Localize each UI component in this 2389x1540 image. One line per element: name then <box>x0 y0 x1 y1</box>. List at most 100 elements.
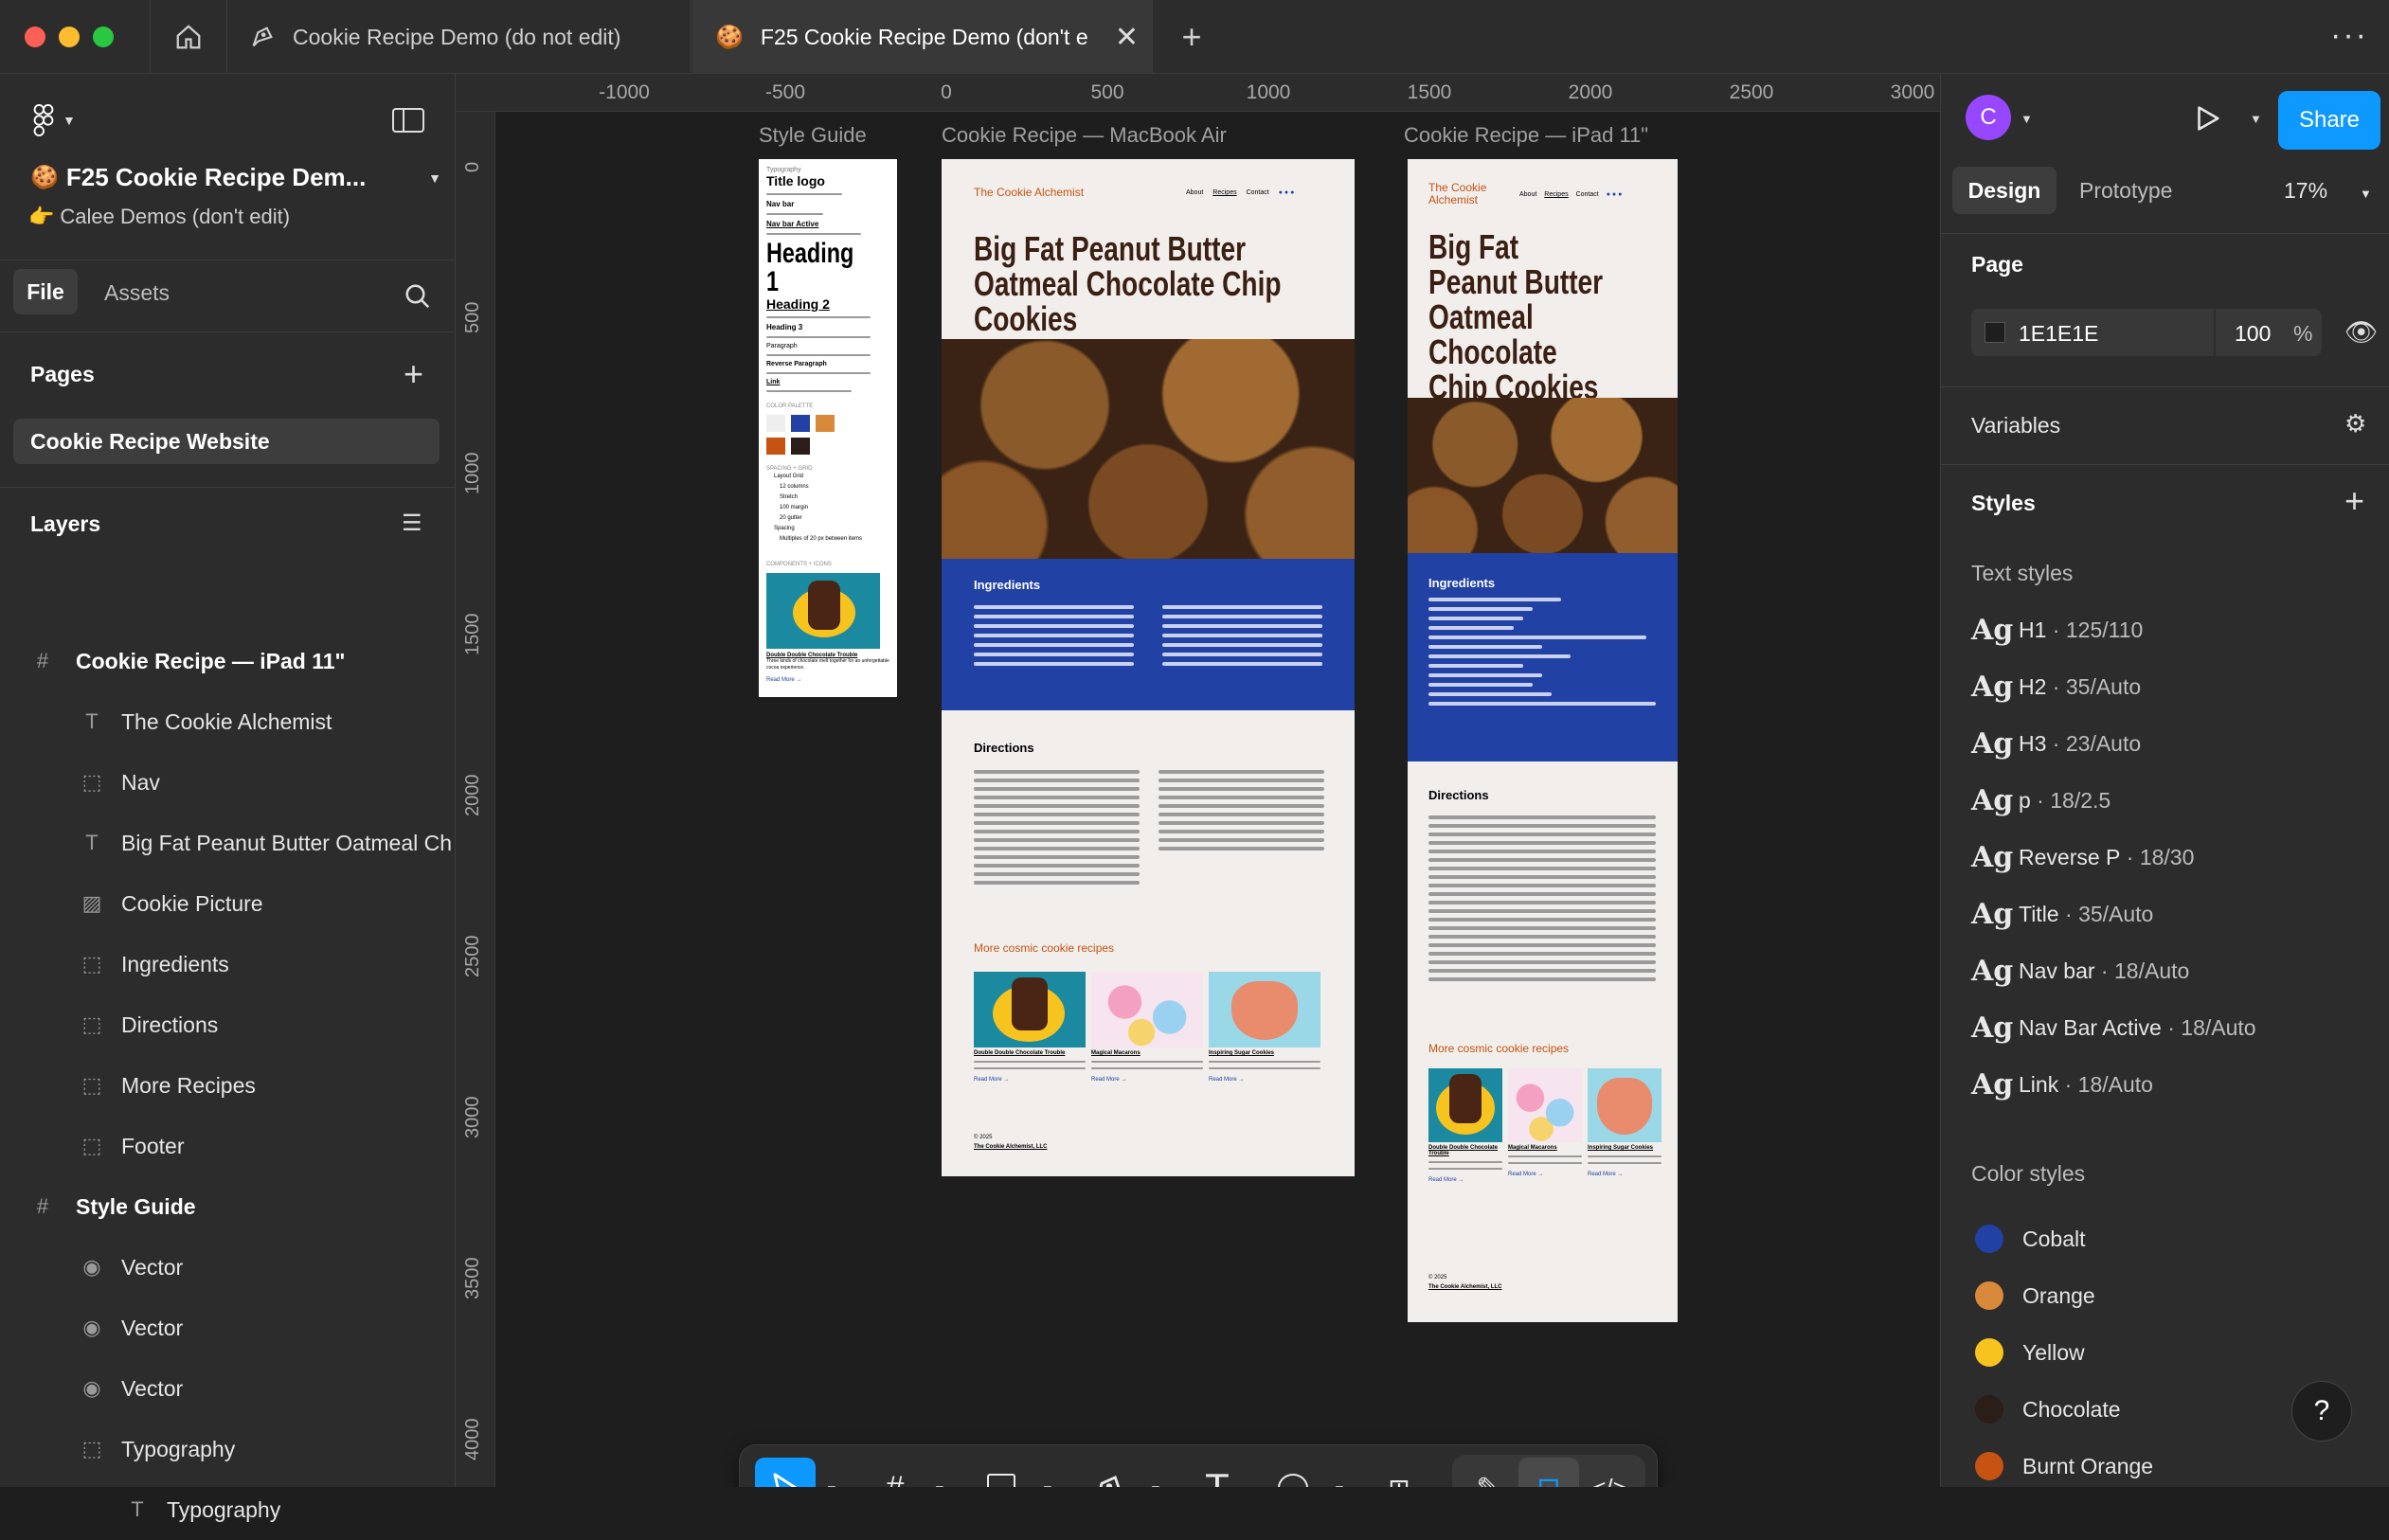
macbook-frame[interactable]: The Cookie Alchemist About Recipes Contact… <box>942 159 1355 1176</box>
page-opacity-value[interactable]: 100 <box>2235 321 2271 347</box>
chevron-down-icon[interactable]: ▼ <box>1149 1481 1162 1487</box>
help-button[interactable]: ? <box>2291 1381 2352 1442</box>
color-style-item[interactable]: Orange <box>1941 1275 2389 1316</box>
text-style-item[interactable]: Ag H1 · 125/110 <box>1941 606 2389 654</box>
layer-name: Directions <box>121 1012 219 1037</box>
text-style-item[interactable]: Ag p · 18/2.5 <box>1941 777 2389 824</box>
tab-cookie-recipe-demo[interactable]: Cookie Recipe Demo (do not edit) <box>228 0 692 74</box>
text-style-meta: 23/Auto <box>2065 730 2142 756</box>
dev-mode-button[interactable]: </> <box>1579 1458 1640 1488</box>
move-tool-button[interactable] <box>755 1458 816 1487</box>
layer-name: Vector <box>121 1254 184 1280</box>
frame-label-ipad[interactable]: Cookie Recipe — iPad 11" <box>1404 123 1648 148</box>
chevron-down-icon[interactable]: ▼ <box>2250 112 2262 126</box>
bottom-toolbar: ▼ # ▼ ▼ ▼ T ▼ ⊞ ✎ ⊡ </> <box>739 1444 1658 1487</box>
tab-file[interactable]: File <box>13 269 78 314</box>
add-page-icon[interactable]: + <box>404 354 423 394</box>
project-name[interactable]: 👉 Calee Demos (don't edit) <box>28 205 290 229</box>
tab-assets[interactable]: Assets <box>104 280 170 306</box>
ruler-tick-label: 3000 <box>462 1096 483 1139</box>
page-color-field[interactable]: 1E1E1E 100 % <box>1971 309 2322 356</box>
layer-item[interactable]: ◉ Vector <box>0 1358 455 1419</box>
add-style-icon[interactable]: + <box>2344 481 2364 521</box>
pen-tool-button[interactable] <box>1079 1458 1140 1487</box>
home-tab[interactable] <box>150 0 227 74</box>
text-style-item[interactable]: Ag Link · 18/Auto <box>1941 1061 2389 1108</box>
page-color-swatch[interactable] <box>1985 322 2005 343</box>
shape-tool-button[interactable] <box>971 1458 1032 1487</box>
design-mode-button[interactable]: ⊡ <box>1518 1458 1579 1487</box>
canvas[interactable]: -1000 -500 0 500 1000 1500 2000 2500 3000 0 500 10… <box>456 74 1940 1487</box>
zoom-level[interactable]: 17% ▼ <box>2284 178 2372 204</box>
text-style-item[interactable]: Ag Nav bar · 18/Auto <box>1941 947 2389 994</box>
chevron-down-icon[interactable]: ▼ <box>2021 112 2033 126</box>
layer-name: Vector <box>121 1375 184 1401</box>
color-style-item[interactable]: Yellow <box>1941 1332 2389 1373</box>
layer-item[interactable]: ⬚ Typography <box>0 1419 455 1479</box>
text-style-item[interactable]: Ag Nav Bar Active · 18/Auto <box>1941 1004 2389 1051</box>
layer-item[interactable]: T Typography <box>0 1479 455 1540</box>
frame-label-style-guide[interactable]: Style Guide <box>759 123 867 148</box>
variables-title[interactable]: Variables <box>1971 413 2060 439</box>
eye-icon[interactable]: 👁 <box>2344 316 2379 348</box>
chevron-down-icon[interactable]: ▼ <box>1041 1481 1054 1487</box>
layer-item[interactable]: T The Cookie Alchemist <box>0 691 455 752</box>
layer-item[interactable]: ◉ Vector <box>0 1237 455 1298</box>
frame-label-macbook[interactable]: Cookie Recipe — MacBook Air <box>942 123 1227 148</box>
layer-item[interactable]: ⬚ Footer <box>0 1116 455 1176</box>
variables-settings-icon[interactable]: ⚙ <box>2344 409 2366 439</box>
page-item-cookie-recipe-website[interactable]: Cookie Recipe Website <box>13 419 440 464</box>
search-icon[interactable] <box>404 282 432 311</box>
collapse-layers-icon[interactable]: ☰ <box>402 510 422 537</box>
toggle-sidebar-icon[interactable] <box>392 108 424 133</box>
chevron-down-icon[interactable]: ▼ <box>1333 1481 1346 1487</box>
maximize-window-button[interactable] <box>93 27 114 47</box>
close-window-button[interactable] <box>25 27 45 47</box>
color-style-item[interactable]: Burnt Orange <box>1941 1445 2389 1487</box>
ipad-cookie-picture <box>1408 398 1678 553</box>
comment-tool-button[interactable] <box>1263 1458 1323 1487</box>
frame-tool-button[interactable]: # <box>865 1458 925 1488</box>
text-style-item[interactable]: Ag Reverse P · 18/30 <box>1941 833 2389 881</box>
text-tool-button[interactable]: T <box>1187 1458 1248 1487</box>
chevron-down-icon: ▼ <box>428 170 441 186</box>
layer-item[interactable]: # Style Guide <box>0 1176 455 1237</box>
style-guide-frame[interactable]: Typography Title logo Nav bar Nav bar Ac… <box>759 159 897 697</box>
more-options-icon[interactable]: ··· <box>2330 17 2368 54</box>
new-tab-button[interactable]: + <box>1154 0 1230 74</box>
actions-tool-button[interactable]: ⊞ <box>1369 1458 1429 1488</box>
present-button[interactable] <box>2191 102 2223 139</box>
chevron-down-icon[interactable]: ▼ <box>933 1481 946 1487</box>
minimize-window-button[interactable] <box>59 27 80 47</box>
layer-item[interactable]: ⬚ Nav <box>0 752 455 813</box>
ruler-tick-label: 3000 <box>1890 81 1935 103</box>
text-style-name: p <box>2019 787 2031 813</box>
layer-item[interactable]: ▨ Cookie Picture <box>0 873 455 934</box>
ruler-tick-label: 1000 <box>462 452 483 495</box>
color-swatch <box>1975 1452 2003 1480</box>
text-style-item[interactable]: Ag Title · 35/Auto <box>1941 890 2389 938</box>
close-tab-icon[interactable]: ✕ <box>1115 21 1139 54</box>
tab-design[interactable]: Design <box>1952 167 2057 214</box>
file-title[interactable]: 🍪 F25 Cookie Recipe Dem... ▼ <box>30 163 441 192</box>
avatar[interactable]: C <box>1966 95 2011 140</box>
page-color-value[interactable]: 1E1E1E <box>2019 321 2098 347</box>
layer-item[interactable]: ⬚ Ingredients <box>0 934 455 994</box>
components-icon: ⊞ <box>1388 1473 1410 1488</box>
text-style-item[interactable]: Ag H2 · 35/Auto <box>1941 663 2389 710</box>
layer-item[interactable]: ◉ Vector <box>0 1298 455 1358</box>
tab-prototype[interactable]: Prototype <box>2079 178 2172 204</box>
layer-item[interactable]: ⬚ More Recipes <box>0 1055 455 1116</box>
layer-item[interactable]: T Big Fat Peanut Butter Oatmeal Ch <box>0 813 455 873</box>
layer-item[interactable]: ⬚ Directions <box>0 994 455 1055</box>
share-button[interactable]: Share <box>2278 91 2380 150</box>
layer-item[interactable]: # Cookie Recipe — iPad 11" <box>0 631 455 691</box>
ipad-frame[interactable]: The Cookie Alchemist About Recipes Contact… <box>1408 159 1678 1322</box>
draw-mode-button[interactable]: ✎ <box>1458 1458 1518 1488</box>
text-style-icon: Ag <box>1971 897 2014 931</box>
main-menu-button[interactable]: ▼ <box>32 104 76 136</box>
text-style-item[interactable]: Ag H3 · 23/Auto <box>1941 720 2389 767</box>
chevron-down-icon[interactable]: ▼ <box>825 1481 838 1487</box>
color-style-item[interactable]: Cobalt <box>1941 1218 2389 1260</box>
tab-f25-cookie-recipe-demo[interactable]: 🍪 F25 Cookie Recipe Demo (don't e ✕ <box>692 0 1153 74</box>
